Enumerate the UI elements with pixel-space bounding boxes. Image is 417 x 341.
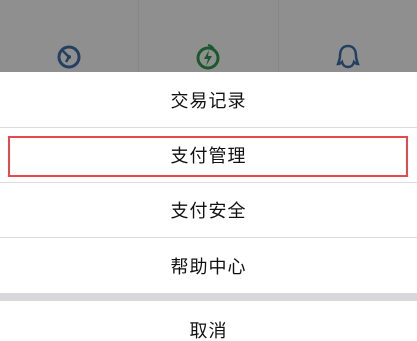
cancel-label: 取消 <box>189 321 228 341</box>
cancel-button[interactable]: 取消 <box>0 301 417 341</box>
menu-item-label: 帮助中心 <box>170 256 247 278</box>
menu-item-help-center[interactable]: 帮助中心 <box>0 238 417 293</box>
menu-item-payment-management[interactable]: 支付管理 <box>0 128 417 183</box>
menu-item-label: 支付安全 <box>170 201 247 222</box>
menu-item-transaction-records[interactable]: 交易记录 <box>0 72 417 128</box>
menu-item-label: 交易记录 <box>170 90 247 112</box>
menu-item-payment-security[interactable]: 支付安全 <box>0 183 417 238</box>
menu-item-label: 支付管理 <box>170 146 247 167</box>
payment-settings-screen: 交易记录 支付管理 支付安全 帮助中心 取消 <box>0 0 417 341</box>
action-sheet: 交易记录 支付管理 支付安全 帮助中心 取消 <box>0 72 417 341</box>
